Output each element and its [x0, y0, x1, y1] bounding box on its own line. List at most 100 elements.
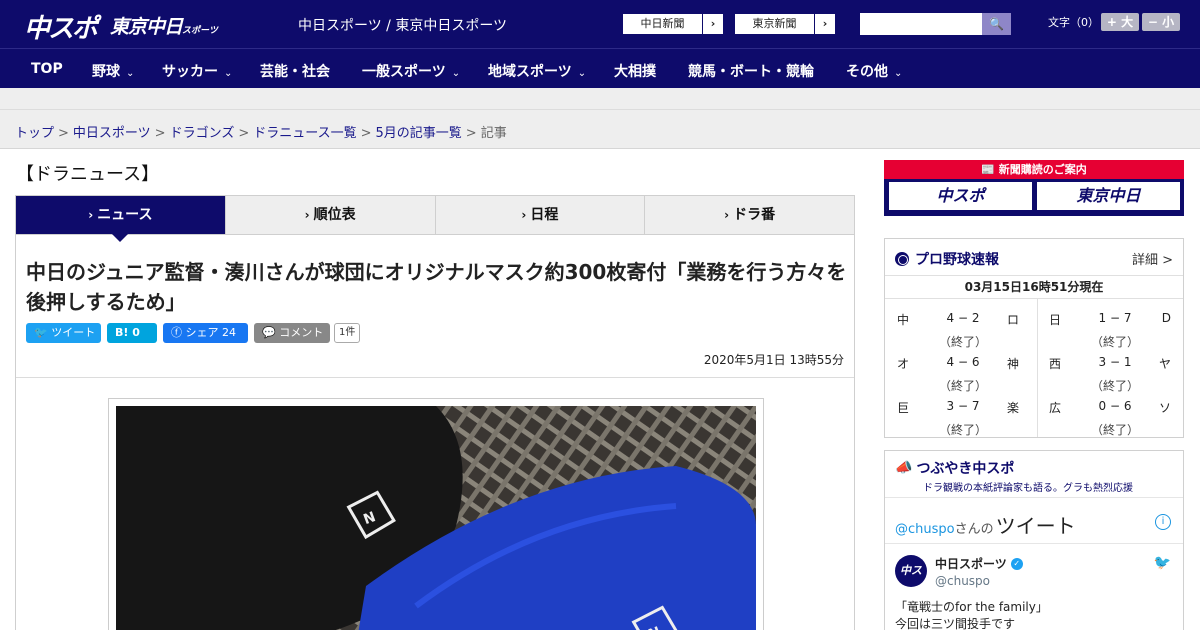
- search-input[interactable]: [860, 13, 982, 35]
- font-size-label: 文字（0）: [1048, 16, 1099, 29]
- nav-item-general-sports[interactable]: 一般スポーツ ⌄: [362, 61, 460, 81]
- news-tabs: › ニュース › 順位表 › 日程 › ドラ番: [15, 195, 855, 242]
- font-decrease-button[interactable]: − 小: [1142, 13, 1180, 31]
- team-away: ロ: [1006, 313, 1019, 327]
- avatar[interactable]: 中スポ: [895, 555, 927, 609]
- team-away: 楽: [1006, 401, 1019, 415]
- tweet-author[interactable]: 中日スポーツ ✓: [935, 555, 1023, 572]
- tab-standings[interactable]: › 順位表: [226, 196, 436, 234]
- comment-bubble-icon: 💬: [262, 326, 276, 339]
- search-button[interactable]: 🔍: [982, 13, 1011, 35]
- breadcrumb-link[interactable]: 5月の記事一覧: [376, 126, 462, 141]
- tab-schedule[interactable]: › 日程: [436, 196, 646, 234]
- nav-item-baseball[interactable]: 野球 ⌄: [92, 61, 134, 81]
- game-row[interactable]: 中 4 − 2 ロ （終了）: [885, 305, 1033, 349]
- nav-item-sumo[interactable]: 大相撲: [614, 61, 656, 81]
- tokyo-logo-small: スポーツ: [182, 26, 218, 36]
- scores-detail-link[interactable]: 詳細 >: [1132, 249, 1173, 268]
- nav-label: サッカー: [162, 64, 218, 80]
- handle-link[interactable]: @chuspo: [895, 522, 955, 537]
- nav-item-racing[interactable]: 競馬・ボート・競輪: [688, 61, 814, 81]
- chevron-down-icon: ⌄: [894, 68, 903, 79]
- chevron-right-icon: ›: [822, 17, 828, 30]
- tab-label: 日程: [530, 207, 559, 223]
- ad-strip: [0, 88, 1200, 110]
- game-score: 3 − 1: [1098, 355, 1132, 369]
- tab-label: ニュース: [97, 207, 153, 223]
- team-home: 日: [1049, 313, 1062, 327]
- tab-reporters[interactable]: › ドラ番: [645, 196, 854, 234]
- comment-label: コメント: [279, 326, 324, 339]
- pro-baseball-scores: プロ野球速報 詳細 > 03月15日16時51分現在 中 4 − 2 ロ （終了…: [884, 238, 1184, 438]
- breadcrumb-separator: >: [360, 126, 372, 141]
- nav-label: 大相撲: [614, 64, 656, 80]
- game-row[interactable]: オ 4 − 6 神 （終了）: [885, 349, 1033, 393]
- breadcrumb-link[interactable]: ドラゴンズ: [170, 126, 235, 141]
- chevron-right-icon: ›: [304, 208, 310, 222]
- article-date: 2020年5月1日 13時55分: [703, 353, 844, 367]
- team-away: 神: [1006, 357, 1019, 371]
- tokyo-logo-text: 東京中日: [110, 16, 183, 38]
- nav-label: TOP: [31, 61, 63, 77]
- tokyo-chunichi-logo[interactable]: 東京中日スポーツ: [110, 12, 218, 42]
- mask-photo-illustration: N N: [116, 406, 756, 630]
- game-status: （終了）: [938, 335, 987, 349]
- breadcrumb-link[interactable]: 中日スポーツ: [73, 126, 151, 141]
- subscribe-chuspo-button[interactable]: 中スポ: [889, 182, 1032, 210]
- account-name: 中日スポーツ: [935, 557, 1007, 571]
- subscribe-tokyo-button[interactable]: 東京中日: [1037, 182, 1180, 210]
- nav-label: 一般スポーツ: [362, 64, 446, 80]
- team-away: ヤ: [1158, 357, 1171, 371]
- nav-label: 芸能・社会: [260, 64, 330, 80]
- tab-news[interactable]: › ニュース: [16, 196, 226, 242]
- font-increase-button[interactable]: + 大: [1101, 13, 1139, 31]
- chuspo-logo[interactable]: 中スポ: [24, 8, 98, 44]
- divider: [16, 377, 854, 378]
- article-photo[interactable]: N N: [116, 406, 756, 630]
- twitter-bird-icon[interactable]: 🐦: [1154, 555, 1171, 571]
- search-icon: 🔍: [989, 17, 1004, 31]
- nav-item-local-sports[interactable]: 地域スポーツ ⌄: [488, 61, 586, 81]
- site-header: 中スポ 東京中日スポーツ 中日スポーツ / 東京中日スポーツ 中日新聞 › 東京…: [0, 0, 1200, 48]
- nav-item-other[interactable]: その他 ⌄: [846, 61, 902, 81]
- game-row[interactable]: 広 0 − 6 ソ （終了）: [1037, 393, 1185, 437]
- breadcrumb-link[interactable]: トップ: [15, 126, 54, 141]
- tweet-button[interactable]: 🐦 ツイート: [26, 323, 101, 343]
- facebook-share-button[interactable]: ⓕ シェア 24: [163, 323, 248, 343]
- game-score: 0 − 6: [1098, 399, 1132, 413]
- chunichi-shimbun-link[interactable]: 中日新聞 ›: [622, 13, 724, 35]
- chevron-right-icon: ›: [88, 208, 94, 222]
- game-status: （終了）: [1090, 423, 1139, 437]
- comment-button[interactable]: 💬 コメント: [254, 323, 330, 343]
- game-status: （終了）: [938, 423, 987, 437]
- info-icon[interactable]: i: [1155, 514, 1171, 530]
- tweet-line: 今回は三ツ間投手です: [895, 617, 1016, 630]
- ext-link-label: 東京新聞: [735, 14, 815, 34]
- game-status: （終了）: [938, 379, 987, 393]
- nav-item-soccer[interactable]: サッカー ⌄: [162, 61, 232, 81]
- scores-right-column: 日 1 − 7 D （終了） 西 3 − 1 ヤ （終了） 広 0 − 6 ソ …: [1037, 305, 1185, 437]
- account-handle[interactable]: @chuspo: [935, 574, 990, 588]
- game-row[interactable]: 巨 3 − 7 楽 （終了）: [885, 393, 1033, 437]
- article: 中日のジュニア監督・湊川さんが球団にオリジナルマスク約300枚寄付「業務を行う方…: [15, 235, 855, 630]
- twitter-widget-title: 📣 つぶやき中スポ: [895, 458, 1014, 478]
- team-home: オ: [897, 357, 910, 371]
- nav-item-top[interactable]: TOP: [31, 61, 63, 77]
- ext-link-label: 中日新聞: [623, 14, 703, 34]
- scores-title: プロ野球速報: [895, 249, 999, 269]
- nav-label: 競馬・ボート・競輪: [688, 64, 814, 80]
- chevron-right-icon: ›: [710, 17, 716, 30]
- breadcrumb-link[interactable]: ドラニュース一覧: [253, 126, 356, 141]
- game-score: 4 − 2: [946, 311, 980, 325]
- tokyo-shimbun-link[interactable]: 東京新聞 ›: [734, 13, 836, 35]
- chevron-right-icon: ›: [521, 208, 527, 222]
- nav-item-entertainment[interactable]: 芸能・社会: [260, 61, 330, 81]
- section-title: 【ドラニュース】: [16, 164, 160, 185]
- chevron-down-icon: ⌄: [451, 68, 461, 79]
- hatena-bookmark-button[interactable]: B! 0: [107, 323, 157, 343]
- nav-label: その他: [846, 64, 888, 80]
- game-row[interactable]: 西 3 − 1 ヤ （終了）: [1037, 349, 1185, 393]
- handle-suffix: さんの: [954, 522, 994, 537]
- game-row[interactable]: 日 1 − 7 D （終了）: [1037, 305, 1185, 349]
- megaphone-icon: 📣: [895, 460, 913, 476]
